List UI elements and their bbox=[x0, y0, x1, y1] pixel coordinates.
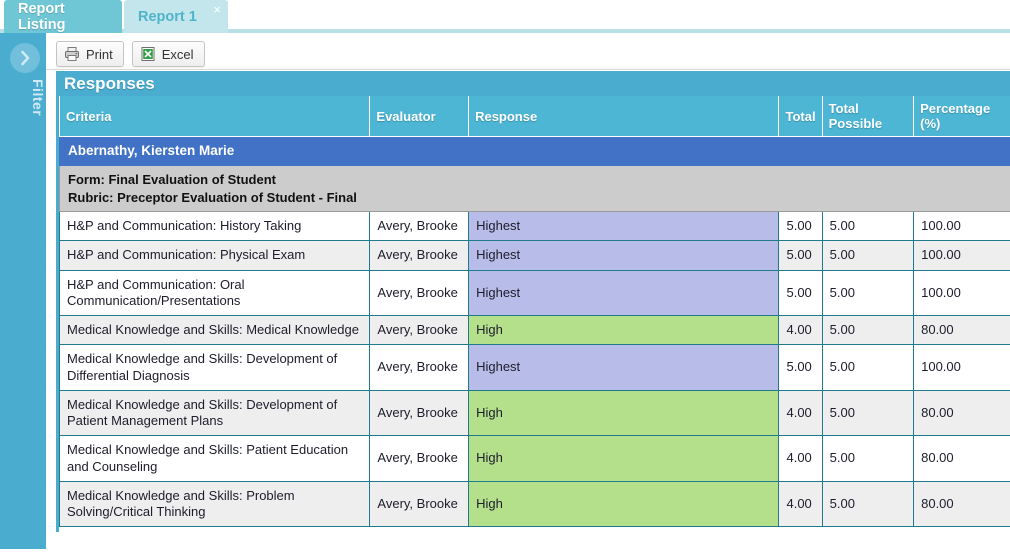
cell-total: 5.00 bbox=[778, 344, 823, 391]
cell-criteria: H&P and Communication: Physical Exam bbox=[59, 240, 371, 271]
print-button[interactable]: Print bbox=[56, 41, 124, 67]
filter-label: Filter bbox=[30, 79, 46, 117]
cell-criteria: Medical Knowledge and Skills: Medical Kn… bbox=[59, 315, 371, 346]
cell-percentage: 100.00 bbox=[913, 240, 1010, 271]
filter-panel-rail: Filter bbox=[0, 33, 46, 549]
close-icon[interactable]: × bbox=[213, 3, 221, 16]
cell-evaluator: Avery, Brooke bbox=[369, 389, 470, 437]
cell-total-possible: 5.00 bbox=[821, 269, 915, 317]
cell-criteria: Medical Knowledge and Skills: Patient Ed… bbox=[59, 435, 371, 482]
cell-total-possible: 5.00 bbox=[821, 480, 915, 528]
table-row: Medical Knowledge and Skills: Developmen… bbox=[59, 344, 1010, 391]
cell-criteria: Medical Knowledge and Skills: Developmen… bbox=[59, 344, 371, 391]
print-button-label: Print bbox=[86, 46, 113, 62]
student-name: Abernathy, Kiersten Marie bbox=[59, 136, 1010, 166]
excel-spreadsheet-icon bbox=[141, 47, 155, 61]
cell-total-possible: 5.00 bbox=[821, 344, 915, 391]
column-header-total-possible[interactable]: Total Possible bbox=[821, 96, 915, 137]
table-body: Abernathy, Kiersten Marie Form: Final Ev… bbox=[59, 136, 1010, 528]
cell-criteria: H&P and Communication: Oral Communicatio… bbox=[59, 269, 371, 317]
cell-response: High bbox=[468, 480, 780, 528]
cell-total-possible: 5.00 bbox=[821, 240, 915, 271]
cell-criteria: Medical Knowledge and Skills: Problem So… bbox=[59, 480, 371, 528]
excel-button-label: Excel bbox=[161, 46, 194, 62]
column-header-criteria[interactable]: Criteria bbox=[59, 96, 371, 137]
responses-table-wrapper: Criteria Evaluator Response Total Total … bbox=[56, 96, 1010, 532]
cell-total-possible: 5.00 bbox=[821, 435, 915, 482]
cell-percentage: 80.00 bbox=[913, 315, 1010, 346]
cell-percentage: 80.00 bbox=[913, 480, 1010, 528]
form-rubric-row: Form: Final Evaluation of Student Rubric… bbox=[59, 164, 1010, 213]
cell-response: High bbox=[468, 315, 780, 346]
table-row: Medical Knowledge and Skills: Medical Kn… bbox=[59, 315, 1010, 346]
main-frame: Filter Print Excel Responses Criteria Ev… bbox=[0, 33, 1010, 549]
cell-percentage: 80.00 bbox=[913, 435, 1010, 482]
cell-evaluator: Avery, Brooke bbox=[369, 240, 470, 271]
table-row: H&P and Communication: History Taking Ave… bbox=[59, 211, 1010, 242]
column-header-response[interactable]: Response bbox=[468, 96, 780, 137]
cell-criteria: H&P and Communication: History Taking bbox=[59, 211, 371, 242]
cell-response: Highest bbox=[468, 344, 780, 391]
tab-report-listing-label: Report Listing bbox=[18, 0, 66, 33]
cell-total: 4.00 bbox=[778, 435, 823, 482]
cell-percentage: 100.00 bbox=[913, 211, 1010, 242]
cell-total-possible: 5.00 bbox=[821, 211, 915, 242]
responses-table: Criteria Evaluator Response Total Total … bbox=[59, 96, 1010, 528]
printer-icon bbox=[65, 47, 79, 61]
tab-report-1[interactable]: Report 1 × bbox=[124, 0, 228, 33]
chevron-right-icon bbox=[21, 50, 30, 66]
column-header-total[interactable]: Total bbox=[778, 96, 823, 137]
cell-response: Highest bbox=[468, 269, 780, 317]
column-header-evaluator[interactable]: Evaluator bbox=[369, 96, 470, 137]
cell-evaluator: Avery, Brooke bbox=[369, 315, 470, 346]
form-line: Form: Final Evaluation of Student bbox=[68, 172, 276, 187]
cell-evaluator: Avery, Brooke bbox=[369, 480, 470, 528]
column-header-percentage[interactable]: Percentage (%) bbox=[913, 96, 1010, 137]
cell-response: Highest bbox=[468, 240, 780, 271]
tab-strip: Report Listing Report 1 × bbox=[0, 0, 1010, 33]
cell-evaluator: Avery, Brooke bbox=[369, 344, 470, 391]
cell-response: Highest bbox=[468, 211, 780, 242]
cell-total: 4.00 bbox=[778, 480, 823, 528]
table-row: Medical Knowledge and Skills: Problem So… bbox=[59, 480, 1010, 528]
cell-total-possible: 5.00 bbox=[821, 389, 915, 437]
cell-total-possible: 5.00 bbox=[821, 315, 915, 346]
section-title: Responses bbox=[56, 70, 1010, 96]
cell-response: High bbox=[468, 435, 780, 482]
table-header: Criteria Evaluator Response Total Total … bbox=[59, 96, 1010, 137]
report-toolbar: Print Excel bbox=[46, 33, 1010, 70]
filter-expand-button[interactable] bbox=[10, 43, 40, 73]
cell-total: 5.00 bbox=[778, 240, 823, 271]
cell-total: 4.00 bbox=[778, 389, 823, 437]
rubric-line: Rubric: Preceptor Evaluation of Student … bbox=[68, 189, 357, 205]
table-row: Medical Knowledge and Skills: Developmen… bbox=[59, 389, 1010, 437]
table-row: H&P and Communication: Physical Exam Aver… bbox=[59, 240, 1010, 271]
table-row: H&P and Communication: Oral Communicatio… bbox=[59, 269, 1010, 317]
cell-total: 5.00 bbox=[778, 211, 823, 242]
tab-report-1-label: Report 1 bbox=[138, 8, 197, 25]
table-header-row: Criteria Evaluator Response Total Total … bbox=[59, 96, 1010, 137]
report-content: Print Excel Responses Criteria Evaluator… bbox=[46, 33, 1010, 549]
table-row: Medical Knowledge and Skills: Patient Ed… bbox=[59, 435, 1010, 482]
tab-report-listing[interactable]: Report Listing bbox=[4, 0, 122, 33]
cell-evaluator: Avery, Brooke bbox=[369, 269, 470, 317]
cell-response: High bbox=[468, 389, 780, 437]
cell-criteria: Medical Knowledge and Skills: Developmen… bbox=[59, 389, 371, 437]
cell-percentage: 100.00 bbox=[913, 269, 1010, 317]
cell-evaluator: Avery, Brooke bbox=[369, 435, 470, 482]
excel-button[interactable]: Excel bbox=[131, 41, 205, 67]
cell-percentage: 100.00 bbox=[913, 344, 1010, 391]
cell-total: 4.00 bbox=[778, 315, 823, 346]
cell-total: 5.00 bbox=[778, 269, 823, 317]
student-group-row: Abernathy, Kiersten Marie bbox=[59, 136, 1010, 166]
cell-evaluator: Avery, Brooke bbox=[369, 211, 470, 242]
cell-percentage: 80.00 bbox=[913, 389, 1010, 437]
